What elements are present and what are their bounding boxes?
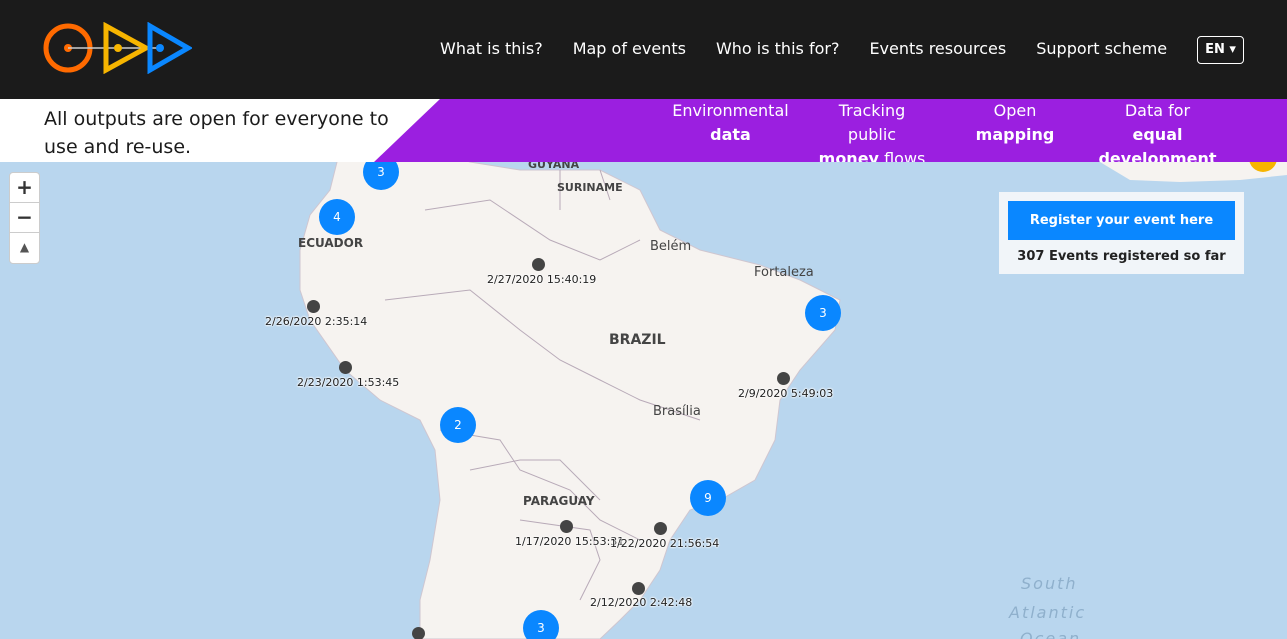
pillar-line: Tracking [838, 101, 906, 120]
city-brasilia: Brasília [653, 404, 701, 419]
pillar-line: public [847, 125, 897, 144]
ocean-label-1: South [1021, 574, 1078, 593]
pillar-line: Open [993, 101, 1037, 120]
pillar-tracking-money[interactable]: Tracking public money flows [812, 99, 932, 162]
nav-who-is-this-for[interactable]: Who is this for? [716, 38, 839, 60]
event-marker[interactable] [307, 300, 320, 313]
main-nav: What is this? Map of events Who is this … [440, 38, 1197, 60]
zoom-control: + − ▲ [9, 172, 40, 264]
event-cluster[interactable]: 3 [805, 295, 841, 331]
event-label: 2/12/2020 2:42:48 [590, 596, 693, 609]
language-selector[interactable]: EN ▾ [1197, 36, 1244, 64]
register-panel: Register your event here 307 Events regi… [999, 192, 1244, 274]
event-cluster[interactable]: 4 [319, 199, 355, 235]
zoom-in-button[interactable]: + [10, 173, 39, 203]
event-label: 1/17/2020 15:53:31 [515, 535, 625, 548]
pillar-equal-development[interactable]: Data for equal development [1095, 99, 1220, 162]
country-guyana: GUYANA [528, 162, 580, 171]
ocean-label-2: Atlantic [1009, 603, 1087, 622]
nav-events-resources[interactable]: Events resources [869, 38, 1006, 60]
city-belem: Belém [650, 239, 692, 254]
country-paraguay: PARAGUAY [523, 494, 595, 508]
banner: All outputs are open for everyone to use… [0, 99, 1287, 162]
pillar-environmental-data[interactable]: Environmental data [668, 99, 793, 147]
compass-reset-button[interactable]: ▲ [10, 233, 39, 263]
event-label: 2/9/2020 5:49:03 [738, 387, 834, 400]
pillar-bold: mapping [975, 125, 1055, 144]
pillar-bold: data [710, 125, 751, 144]
country-ecuador: ECUADOR [298, 236, 364, 250]
pillar-bold: development [1098, 149, 1217, 162]
pillar-line: Environmental [672, 101, 789, 120]
event-marker[interactable] [339, 361, 352, 374]
nav-what-is-this[interactable]: What is this? [440, 38, 543, 60]
events-count: 307 Events registered so far [1017, 249, 1226, 264]
event-marker[interactable] [532, 258, 545, 271]
zoom-out-button[interactable]: − [10, 203, 39, 233]
odd-logo[interactable] [42, 22, 192, 74]
event-label: 1/22/2020 21:56:54 [610, 537, 720, 550]
city-fortaleza: Fortaleza [754, 265, 814, 280]
event-marker[interactable] [654, 522, 667, 535]
event-marker[interactable] [632, 582, 645, 595]
event-marker[interactable] [560, 520, 573, 533]
country-suriname: SURINAME [557, 181, 623, 194]
event-marker[interactable] [777, 372, 790, 385]
pillar-open-mapping[interactable]: Open mapping [960, 99, 1070, 147]
pillar-line: Data for [1124, 101, 1191, 120]
country-brazil: BRAZIL [609, 332, 666, 348]
event-label: 2/23/2020 1:53:45 [297, 376, 400, 389]
site-header: What is this? Map of events Who is this … [0, 0, 1287, 99]
event-label: 2/26/2020 2:35:14 [265, 315, 368, 328]
event-cluster[interactable]: 9 [690, 480, 726, 516]
pillar-bold: equal [1132, 125, 1183, 144]
nav-support-scheme[interactable]: Support scheme [1036, 38, 1167, 60]
pillar-bold: money [818, 149, 879, 162]
register-event-button[interactable]: Register your event here [1008, 201, 1235, 240]
event-cluster[interactable]: 2 [440, 407, 476, 443]
ocean-label-3: Ocean [1020, 629, 1082, 639]
banner-text: All outputs are open for everyone to use… [44, 108, 389, 158]
event-cluster[interactable]: 3 [523, 610, 559, 639]
event-marker[interactable] [412, 627, 425, 639]
nav-map-of-events[interactable]: Map of events [573, 38, 686, 60]
event-label: 2/27/2020 15:40:19 [487, 273, 597, 286]
